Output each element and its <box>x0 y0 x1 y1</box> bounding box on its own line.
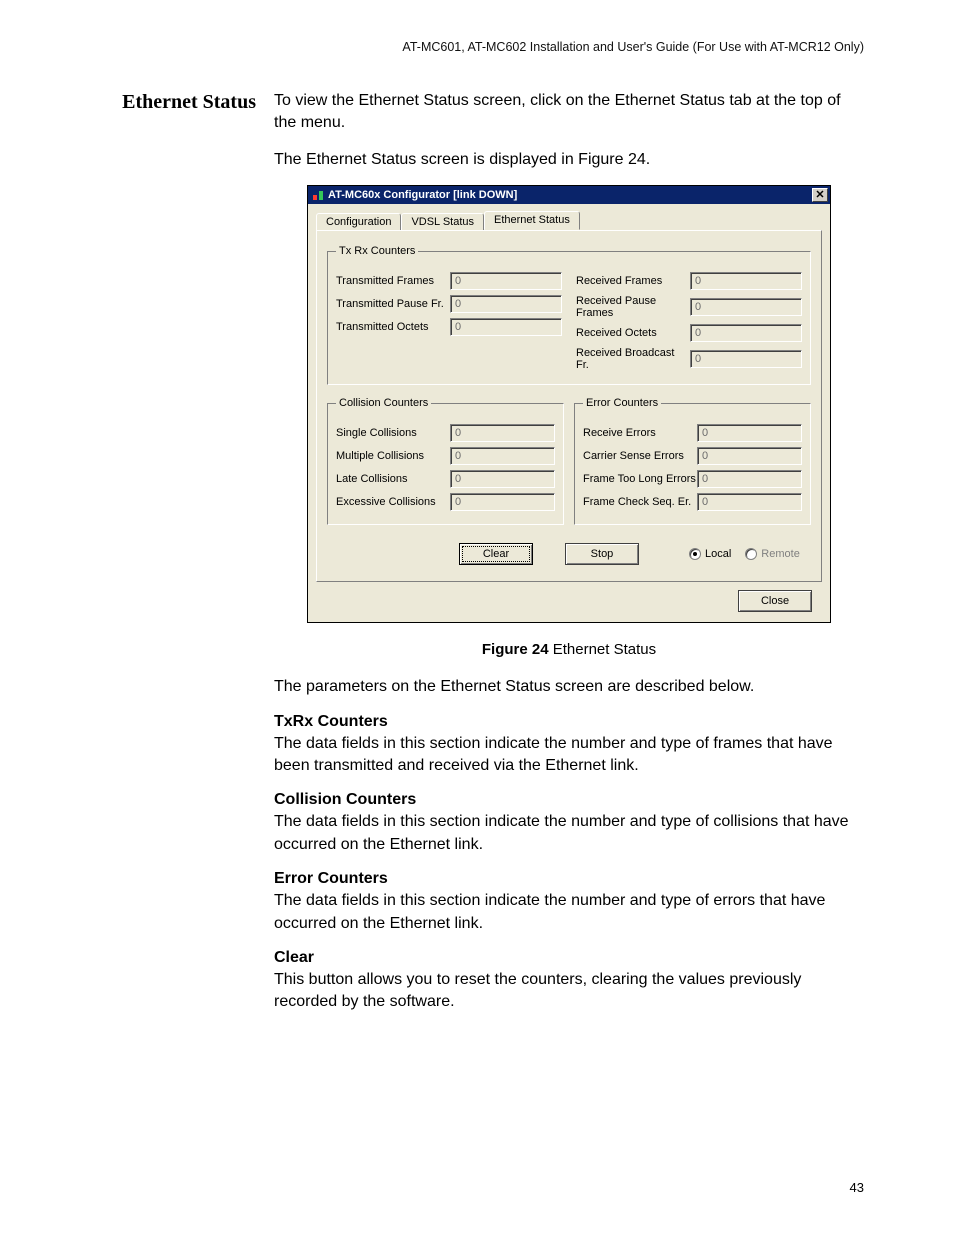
tab-configuration[interactable]: Configuration <box>316 213 401 231</box>
para-clear: This button allows you to reset the coun… <box>274 969 864 1014</box>
subhead-txrx: TxRx Counters <box>274 713 864 731</box>
group-txrx-legend: Tx Rx Counters <box>336 245 418 257</box>
intro-para-2: The Ethernet Status screen is displayed … <box>274 149 864 171</box>
value-rx-pause: 0 <box>690 298 802 316</box>
value-single-coll: 0 <box>450 424 555 442</box>
tab-bar: Configuration VDSL Status Ethernet Statu… <box>316 210 822 230</box>
section-heading: Ethernet Status <box>94 90 274 1028</box>
para-error: The data fields in this section indicate… <box>274 890 864 935</box>
label-rx-frames: Received Frames <box>576 275 690 287</box>
radio-local[interactable]: Local <box>689 548 731 560</box>
label-mult-coll: Multiple Collisions <box>336 450 450 462</box>
value-late-coll: 0 <box>450 470 555 488</box>
configurator-window: AT-MC60x Configurator [link DOWN] ✕ Conf… <box>307 185 831 623</box>
value-mult-coll: 0 <box>450 447 555 465</box>
label-rx-bcast: Received Broadcast Fr. <box>576 347 690 371</box>
group-error-legend: Error Counters <box>583 397 661 409</box>
intro-para-1: To view the Ethernet Status screen, clic… <box>274 90 864 135</box>
value-rx-frames: 0 <box>690 272 802 290</box>
value-tx-pause: 0 <box>450 295 562 313</box>
value-tx-frames: 0 <box>450 272 562 290</box>
stop-button[interactable]: Stop <box>565 543 639 565</box>
radio-remote-label: Remote <box>761 548 800 560</box>
doc-header: AT-MC601, AT-MC602 Installation and User… <box>94 40 864 54</box>
label-tx-octets: Transmitted Octets <box>336 321 450 333</box>
label-rx-octets: Received Octets <box>576 327 690 339</box>
label-tx-pause: Transmitted Pause Fr. <box>336 298 450 310</box>
page-number: 43 <box>850 1180 864 1195</box>
label-carrier: Carrier Sense Errors <box>583 450 697 462</box>
app-icon <box>312 189 324 201</box>
value-exc-coll: 0 <box>450 493 555 511</box>
label-late-coll: Late Collisions <box>336 473 450 485</box>
label-toolong: Frame Too Long Errors <box>583 473 697 485</box>
para-collision: The data fields in this section indicate… <box>274 811 864 856</box>
value-rx-bcast: 0 <box>690 350 802 368</box>
figure-caption: Figure 24 Ethernet Status <box>274 641 864 658</box>
para-desc: The parameters on the Ethernet Status sc… <box>274 676 864 698</box>
value-toolong: 0 <box>697 470 802 488</box>
radio-local-label: Local <box>705 548 731 560</box>
label-single-coll: Single Collisions <box>336 427 450 439</box>
group-error: Error Counters Receive Errors 0 Carrier … <box>574 397 811 525</box>
tab-ethernet-status[interactable]: Ethernet Status <box>484 211 580 230</box>
tab-panel: Tx Rx Counters Transmitted Frames 0 Tran… <box>316 230 822 582</box>
subhead-collision: Collision Counters <box>274 791 864 809</box>
label-exc-coll: Excessive Collisions <box>336 496 450 508</box>
radio-remote[interactable]: Remote <box>745 548 800 560</box>
clear-button[interactable]: Clear <box>459 543 533 565</box>
close-button[interactable]: Close <box>738 590 812 612</box>
figure-number: Figure 24 <box>482 641 549 658</box>
value-rx-err: 0 <box>697 424 802 442</box>
figure-title: Ethernet Status <box>549 641 657 658</box>
tab-vdsl-status[interactable]: VDSL Status <box>401 213 484 231</box>
value-rx-octets: 0 <box>690 324 802 342</box>
label-tx-frames: Transmitted Frames <box>336 275 450 287</box>
value-tx-octets: 0 <box>450 318 562 336</box>
radio-dot-icon <box>689 548 701 560</box>
value-fcs: 0 <box>697 493 802 511</box>
label-rx-pause: Received Pause Frames <box>576 295 690 319</box>
label-fcs: Frame Check Seq. Er. <box>583 496 697 508</box>
para-txrx: The data fields in this section indicate… <box>274 733 864 778</box>
radio-dot-icon <box>745 548 757 560</box>
label-rx-err: Receive Errors <box>583 427 697 439</box>
close-icon[interactable]: ✕ <box>812 188 828 202</box>
subhead-error: Error Counters <box>274 870 864 888</box>
value-carrier: 0 <box>697 447 802 465</box>
group-txrx: Tx Rx Counters Transmitted Frames 0 Tran… <box>327 245 811 385</box>
group-collision: Collision Counters Single Collisions 0 M… <box>327 397 564 525</box>
window-titlebar: AT-MC60x Configurator [link DOWN] ✕ <box>308 186 830 204</box>
subhead-clear: Clear <box>274 949 864 967</box>
window-title: AT-MC60x Configurator [link DOWN] <box>328 189 812 201</box>
group-collision-legend: Collision Counters <box>336 397 431 409</box>
